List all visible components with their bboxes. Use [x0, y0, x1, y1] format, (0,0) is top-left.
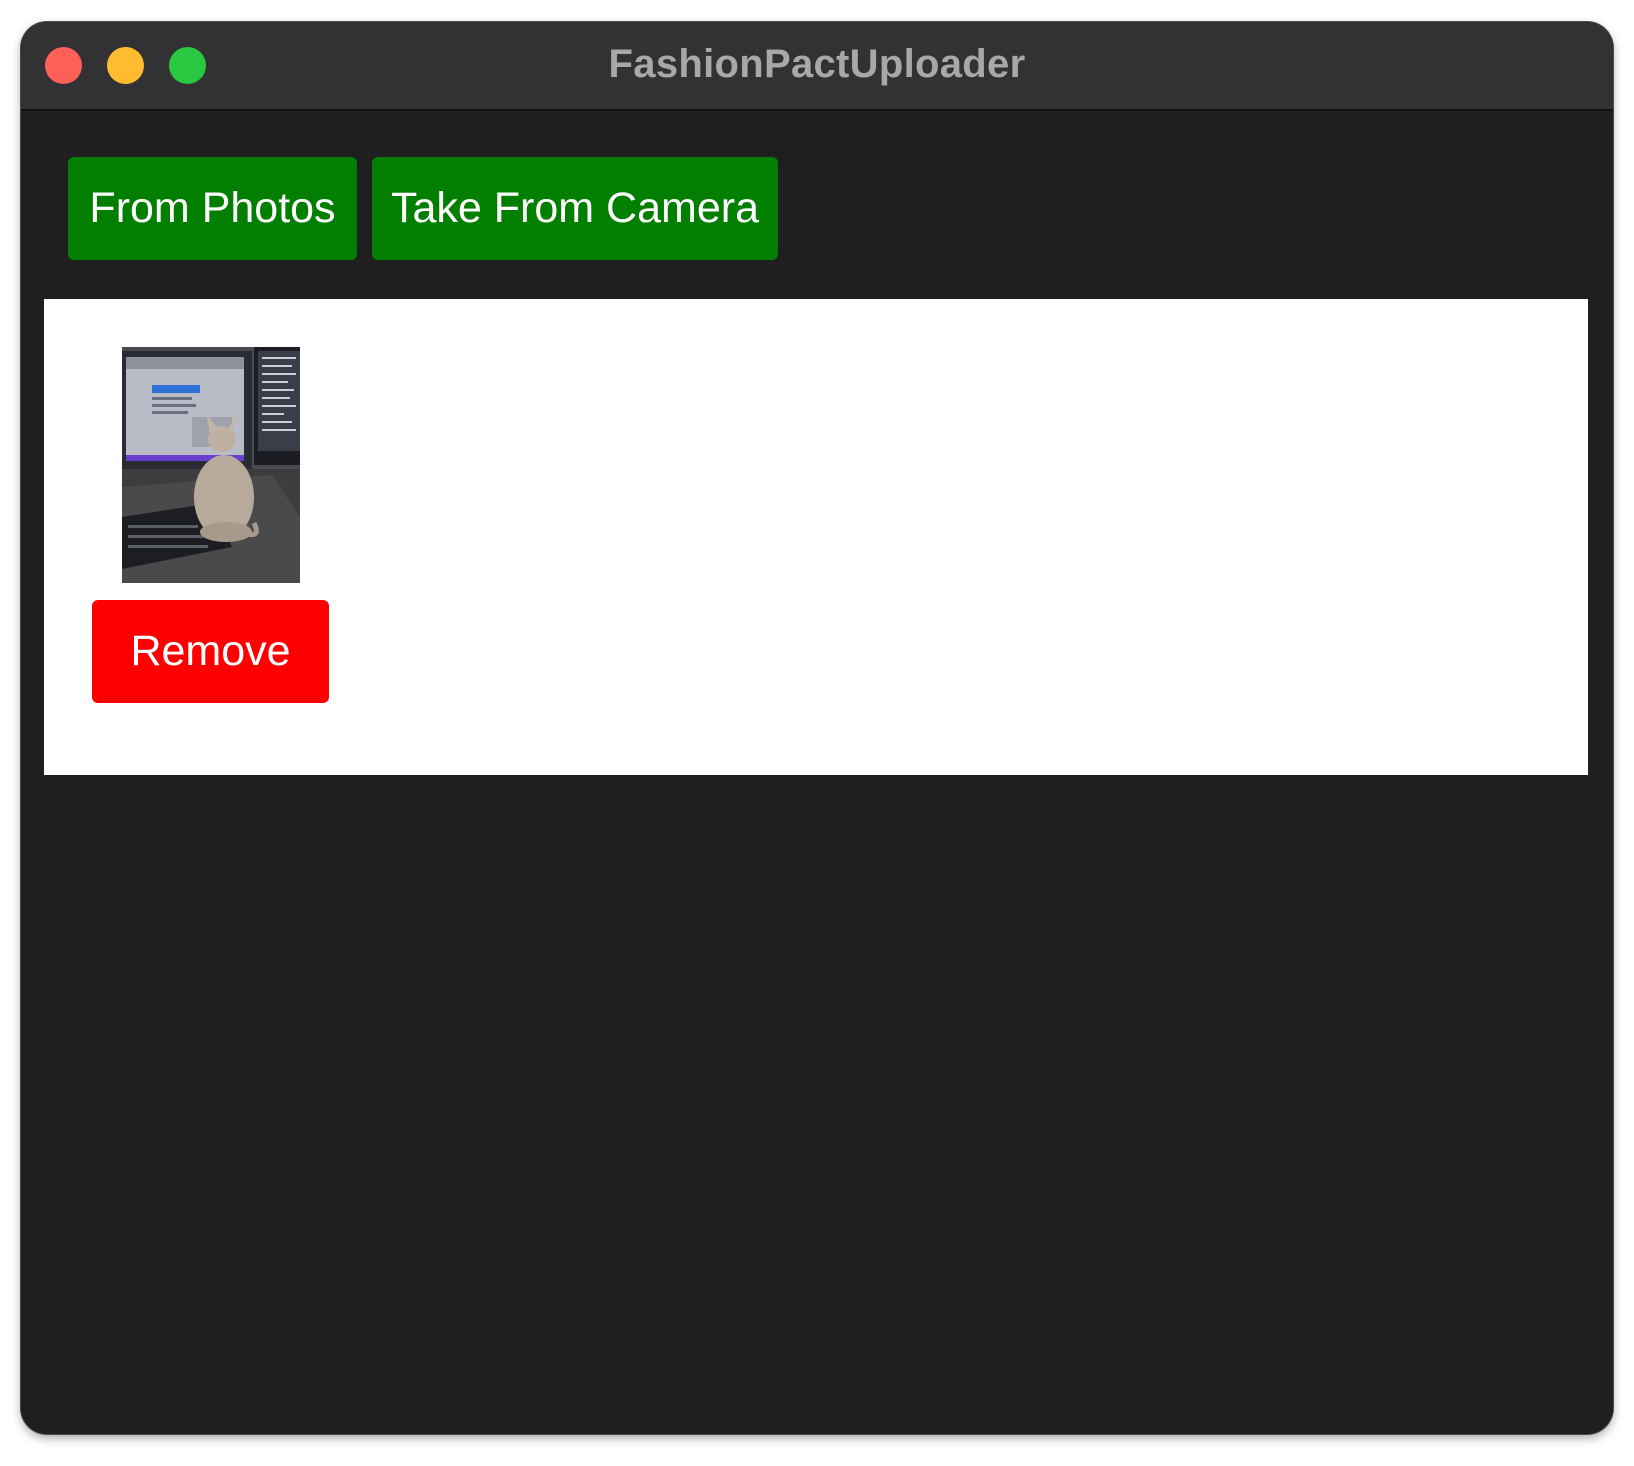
from-photos-button[interactable]: From Photos — [68, 157, 357, 260]
selected-images-panel: Remove — [44, 299, 1588, 775]
title-bar: FashionPactUploader — [21, 22, 1613, 111]
photo-thumbnail — [122, 347, 300, 583]
take-from-camera-button[interactable]: Take From Camera — [372, 157, 778, 260]
app-window: FashionPactUploader From Photos Take Fro… — [21, 22, 1613, 1434]
remove-button[interactable]: Remove — [92, 600, 329, 703]
window-title: FashionPactUploader — [608, 42, 1026, 86]
